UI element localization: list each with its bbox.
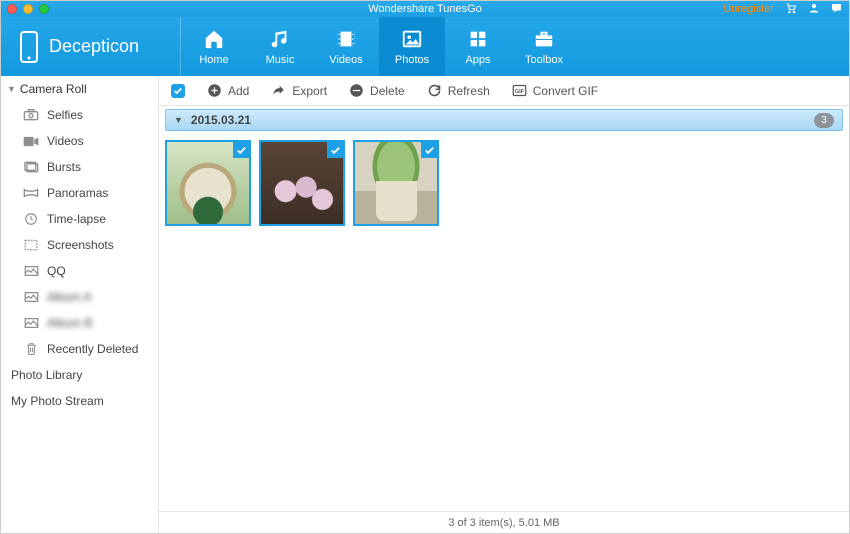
photos-icon [400,28,424,50]
delete-button[interactable]: Delete [349,83,405,98]
status-bar: 3 of 3 item(s), 5.01 MB [159,511,849,533]
sidebar-item-photo-library[interactable]: Photo Library [1,362,158,388]
plus-circle-icon [207,83,222,98]
add-button[interactable]: Add [207,83,249,98]
disclosure-triangle-icon: ▼ [174,115,183,125]
nav-photos[interactable]: Photos [379,17,445,76]
videos-icon [334,28,358,50]
image-icon [23,290,39,304]
sidebar-item-screenshots[interactable]: Screenshots [1,232,158,258]
toolbar: Add Export Delete Refresh GIFConvert GIF [159,76,849,106]
minus-circle-icon [349,83,364,98]
sidebar-item-panoramas[interactable]: Panoramas [1,180,158,206]
phone-icon [19,31,39,63]
titlebar: Wondershare TunesGo Unregister [1,1,849,17]
app-title: Wondershare TunesGo [1,3,849,15]
date-label: 2015.03.21 [191,113,251,127]
thumbnail-grid [159,131,849,235]
music-icon [269,28,291,50]
burst-icon [23,160,39,174]
refresh-button[interactable]: Refresh [427,83,490,98]
selected-check-icon[interactable] [327,142,343,158]
gif-icon: GIF [512,84,527,97]
refresh-icon [427,83,442,98]
selected-check-icon[interactable] [233,142,249,158]
app-window: Wondershare TunesGo Unregister Deceptico… [0,0,850,534]
nav-videos[interactable]: Videos [313,17,379,76]
nav-toolbox[interactable]: Toolbox [511,17,577,76]
export-button[interactable]: Export [271,84,327,98]
sidebar-item-qq[interactable]: QQ [1,258,158,284]
photo-thumbnail[interactable] [353,140,439,226]
sidebar-item-album[interactable]: Album B [1,310,158,336]
screenshot-icon [23,238,39,252]
svg-text:GIF: GIF [515,89,525,95]
select-all-checkbox[interactable] [171,84,185,98]
device-name: Decepticon [49,36,139,57]
sidebar-item-videos[interactable]: Videos [1,128,158,154]
device-selector[interactable]: Decepticon [1,17,181,76]
sidebar-item-recently-deleted[interactable]: Recently Deleted [1,336,158,362]
body: ▼ Camera Roll Selfies Videos Bursts Pano… [1,76,849,533]
toolbox-icon [532,28,556,50]
trash-icon [23,342,39,356]
photo-thumbnail[interactable] [259,140,345,226]
apps-icon [467,28,489,50]
panorama-icon [23,186,39,200]
main-panel: Add Export Delete Refresh GIFConvert GIF… [159,76,849,533]
nav-home[interactable]: Home [181,17,247,76]
image-icon [23,264,39,278]
image-icon [23,316,39,330]
disclosure-triangle-icon: ▼ [7,84,16,94]
nav-music[interactable]: Music [247,17,313,76]
sidebar-item-bursts[interactable]: Bursts [1,154,158,180]
convert-gif-button[interactable]: GIFConvert GIF [512,84,598,98]
date-count-badge: 3 [814,113,834,128]
sidebar-root-camera-roll[interactable]: ▼ Camera Roll [1,76,158,102]
home-icon [202,28,226,50]
date-group-header[interactable]: ▼ 2015.03.21 3 [165,109,843,131]
sidebar-item-selfies[interactable]: Selfies [1,102,158,128]
sidebar-item-album[interactable]: Album A [1,284,158,310]
status-text: 3 of 3 item(s), 5.01 MB [448,517,559,529]
nav-tabs: Home Music Videos Photos Apps Toolbox [181,17,577,76]
video-icon [23,134,39,148]
photo-thumbnail[interactable] [165,140,251,226]
export-icon [271,84,286,98]
sidebar: ▼ Camera Roll Selfies Videos Bursts Pano… [1,76,159,533]
nav-apps[interactable]: Apps [445,17,511,76]
camera-icon [23,108,39,122]
clock-icon [23,212,39,226]
selected-check-icon[interactable] [421,142,437,158]
sidebar-item-timelapse[interactable]: Time-lapse [1,206,158,232]
main-header: Decepticon Home Music Videos Photos Apps [1,17,849,76]
sidebar-item-my-photo-stream[interactable]: My Photo Stream [1,388,158,414]
